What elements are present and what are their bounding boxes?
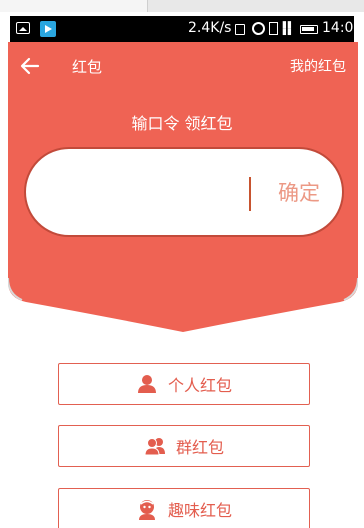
browser-tab[interactable] (0, 0, 148, 12)
group-red-packet-button[interactable]: 群红包 (58, 425, 310, 467)
input-divider (249, 177, 251, 211)
status-bar: 2.4K/s ▮▮ ▮▮ 14:09 (10, 16, 362, 42)
option-label: 群红包 (175, 438, 224, 457)
code-entry-box: 确定 (24, 147, 344, 237)
clock-time: 14:09 (322, 20, 363, 36)
no-sim-icon (269, 22, 278, 35)
red-packet-page: 2.4K/s ▮▮ ▮▮ 14:09 红包 我的红包 输口令 领红包 确定 个人红… (0, 0, 364, 528)
option-label: 趣味红包 (167, 501, 232, 520)
alarm-icon (252, 22, 265, 35)
option-label: 个人红包 (167, 376, 232, 395)
personal-red-packet-button[interactable]: 个人红包 (58, 363, 310, 405)
browser-tab-strip (0, 0, 364, 12)
battery-icon (300, 25, 318, 34)
code-input[interactable] (54, 169, 254, 217)
group-icon (144, 438, 165, 456)
redeem-subtitle: 输口令 领红包 (131, 114, 233, 133)
page-title: 红包 (72, 58, 103, 76)
media-notification-icon (40, 21, 56, 37)
fun-icon (138, 500, 155, 520)
confirm-button[interactable]: 确定 (264, 175, 334, 211)
person-icon (137, 375, 156, 393)
image-notification-icon (16, 22, 30, 34)
signal-icon: ▮▮ ▮▮ (282, 20, 292, 37)
my-red-packets-link[interactable]: 我的红包 (290, 56, 346, 76)
back-arrow-icon[interactable] (18, 54, 42, 78)
network-speed: 2.4K/s (188, 20, 232, 36)
vibrate-icon (235, 24, 245, 35)
fun-red-packet-button[interactable]: 趣味红包 (58, 488, 310, 528)
